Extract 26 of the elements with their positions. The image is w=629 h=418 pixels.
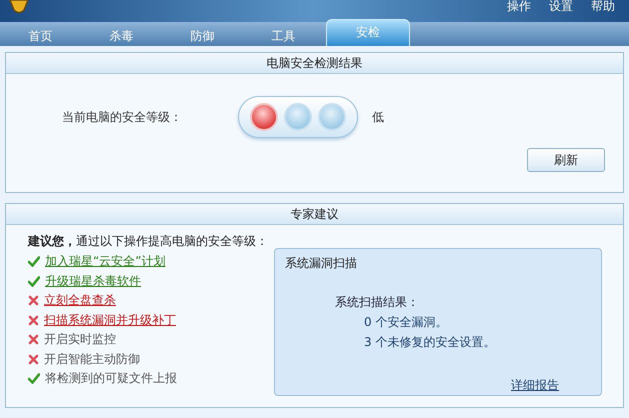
suggestion-link[interactable]: 加入瑞星“云安全”计划 bbox=[45, 253, 166, 270]
level-text: 低 bbox=[372, 108, 384, 126]
panel-header: 电脑安全检测结果 bbox=[6, 53, 623, 74]
report-link[interactable]: 详细报告 bbox=[511, 377, 559, 394]
menu-item[interactable]: 设置 bbox=[549, 0, 573, 15]
logo-icon bbox=[8, 0, 30, 14]
menu-item[interactable]: 帮助 bbox=[591, 0, 615, 15]
suggestion-text: 将检测到的可疑文件上报 bbox=[45, 370, 177, 388]
tab[interactable]: 首页 bbox=[0, 26, 81, 46]
tab[interactable]: 工具 bbox=[243, 26, 324, 46]
security-level-label: 当前电脑的安全等级： bbox=[62, 108, 183, 126]
suggestion-link[interactable]: 立刻全盘查杀 bbox=[44, 292, 116, 310]
tab[interactable]: 防御 bbox=[162, 26, 243, 46]
refresh-button[interactable]: 刷新 bbox=[527, 148, 605, 172]
menu-item[interactable]: 操作 bbox=[507, 0, 531, 15]
advice-intro: 建议您，通过以下操作提高电脑的安全等级： bbox=[28, 233, 269, 250]
scan-result-label: 系统扫描结果： bbox=[335, 294, 420, 311]
suggestion-text: 开启实时监控 bbox=[44, 331, 116, 348]
suggestion-link[interactable]: 扫描系统漏洞并升级补丁 bbox=[44, 312, 176, 329]
suggestion-text: 开启智能主动防御 bbox=[44, 350, 140, 368]
suggestion-link[interactable]: 升级瑞星杀毒软件 bbox=[45, 272, 141, 290]
tab[interactable]: 杀毒 bbox=[81, 26, 162, 46]
panel-header: 专家建议 bbox=[6, 204, 623, 225]
scan-result-line: 0 个安全漏洞。 bbox=[364, 314, 448, 331]
scan-title: 系统漏洞扫描 bbox=[285, 255, 358, 272]
scan-result-line: 3 个未修复的安全设置。 bbox=[364, 334, 496, 351]
